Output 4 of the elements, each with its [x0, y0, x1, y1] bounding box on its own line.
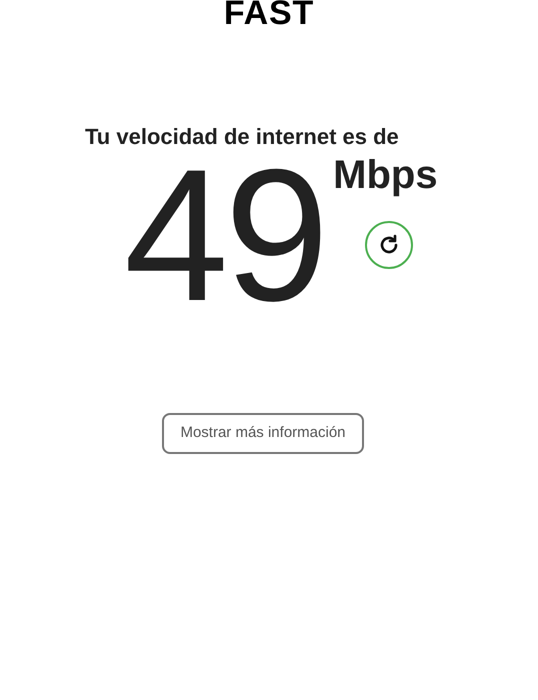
speed-unit: Mbps [333, 152, 438, 199]
refresh-button[interactable] [365, 221, 414, 269]
more-info-button[interactable]: Mostrar más información [162, 413, 364, 454]
logo: FAST [224, 0, 314, 26]
